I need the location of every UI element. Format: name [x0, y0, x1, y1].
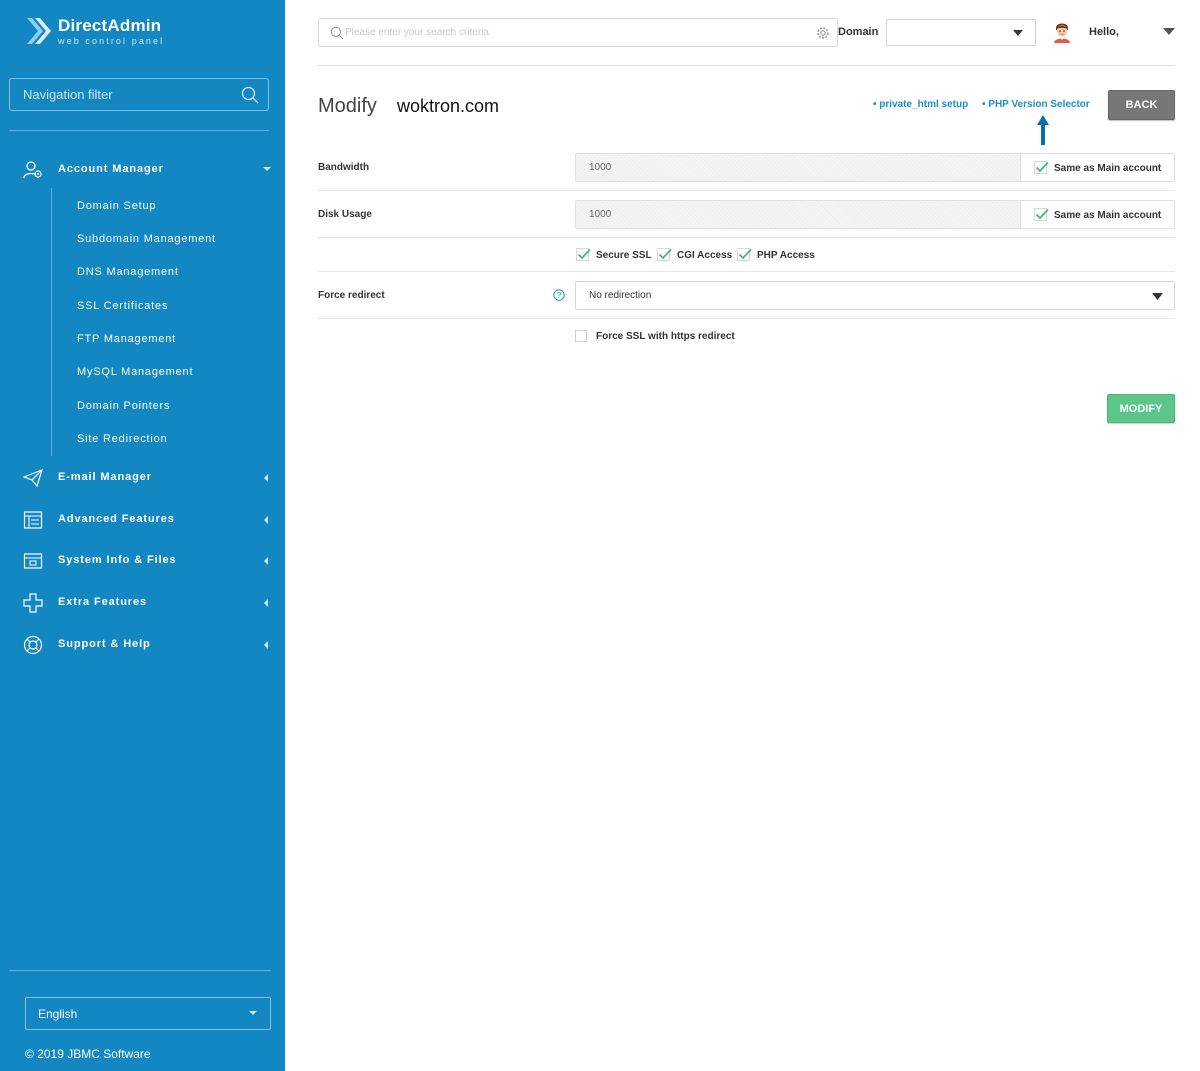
gear-icon[interactable]: [816, 26, 830, 40]
search-icon[interactable]: [241, 86, 259, 104]
logo-chevron-icon: [27, 18, 51, 44]
checkmark-icon: [657, 248, 672, 261]
chevron-down-icon: [249, 1011, 257, 1015]
directadmin-logo[interactable]: DirectAdmin web control panel: [24, 14, 224, 48]
row-separator: [318, 190, 1175, 191]
disk-usage-label: Disk Usage: [318, 209, 372, 220]
global-search: [318, 18, 838, 47]
menu-email-manager[interactable]: E-mail Manager: [0, 464, 285, 492]
menu-label: Account Manager: [58, 163, 164, 175]
chevron-left-icon: [264, 557, 268, 565]
checkbox-empty: [575, 330, 587, 342]
lifebuoy-icon: [23, 635, 43, 655]
menu-label: System Info & Files: [58, 554, 177, 566]
checkmark-icon: [576, 248, 591, 261]
force-redirect-label: Force redirect: [318, 290, 385, 301]
list-icon: [23, 511, 43, 529]
back-button[interactable]: BACK: [1108, 90, 1175, 120]
same-as-main-label: Same as Main account: [1054, 163, 1162, 174]
menu-support-help[interactable]: Support & Help: [0, 631, 285, 659]
sidebar-item-ftp-management[interactable]: FTP Management: [77, 333, 176, 345]
menu-advanced-features[interactable]: Advanced Features: [0, 506, 285, 534]
submenu-guide-line: [51, 188, 52, 456]
caret-down-icon: [1152, 293, 1163, 300]
domain-name: woktron.com: [397, 96, 500, 116]
sidebar: DirectAdmin web control panel Account Ma…: [0, 0, 285, 1071]
header-divider: [318, 65, 1175, 66]
force-redirect-select[interactable]: No redirection: [575, 281, 1175, 310]
sidebar-item-domain-pointers[interactable]: Domain Pointers: [77, 400, 170, 412]
menu-label: Support & Help: [58, 638, 151, 650]
avatar[interactable]: [1052, 21, 1072, 43]
menu-account-manager[interactable]: Account Manager: [0, 156, 285, 184]
force-ssl-label: Force SSL with https redirect: [596, 331, 735, 342]
domain-select[interactable]: [886, 19, 1036, 46]
search-icon: [330, 26, 344, 40]
checkmark-icon: [1034, 161, 1049, 174]
option-label: PHP Access: [757, 250, 815, 261]
language-select[interactable]: English: [25, 997, 271, 1030]
paper-plane-icon: [23, 468, 43, 488]
disk-usage-field[interactable]: 1000: [575, 200, 1021, 229]
private-html-setup-link[interactable]: • private_html setup: [873, 99, 968, 110]
menu-label: Extra Features: [58, 596, 148, 608]
bandwidth-label: Bandwidth: [318, 162, 370, 173]
logo-subtitle: web control panel: [58, 36, 165, 46]
menu-label: Advanced Features: [58, 513, 175, 525]
chevron-left-icon: [264, 641, 268, 649]
sidebar-item-domain-setup[interactable]: Domain Setup: [77, 200, 156, 212]
account-manager-icon: [23, 161, 42, 179]
sidebar-item-mysql-management[interactable]: MySQL Management: [77, 366, 193, 378]
page-title: Modify: [318, 95, 377, 117]
bandwidth-same-as-main[interactable]: Same as Main account: [1020, 153, 1175, 182]
plus-icon: [23, 593, 43, 613]
disk-same-as-main[interactable]: Same as Main account: [1020, 200, 1175, 229]
row-separator: [318, 271, 1175, 272]
sidebar-divider: [9, 970, 271, 971]
option-label: CGI Access: [677, 250, 733, 261]
checkmark-icon: [737, 248, 752, 261]
svg-text:?: ?: [557, 291, 562, 300]
navigation-filter-input[interactable]: [10, 79, 268, 110]
disk-usage-value: 1000: [589, 209, 612, 220]
logo-title: DirectAdmin: [58, 16, 162, 35]
chevron-left-icon: [264, 516, 268, 524]
user-menu-caret-icon[interactable]: [1163, 28, 1175, 36]
search-input[interactable]: [345, 19, 805, 46]
navigation-filter: [9, 78, 269, 111]
bandwidth-value: 1000: [589, 162, 612, 173]
sidebar-item-ssl-certificates[interactable]: SSL Certificates: [77, 300, 168, 312]
arrow-up-icon: [1037, 115, 1049, 145]
sidebar-item-dns-management[interactable]: DNS Management: [77, 266, 179, 278]
row-separator: [318, 318, 1175, 319]
domain-label: Domain: [838, 26, 879, 38]
copyright-text: © 2019 JBMC Software: [25, 1047, 151, 1061]
same-as-main-label: Same as Main account: [1054, 210, 1162, 221]
language-value: English: [38, 1007, 78, 1021]
row-separator: [318, 237, 1175, 238]
chevron-left-icon: [264, 474, 268, 482]
sidebar-divider: [9, 130, 269, 131]
checkmark-icon: [1034, 208, 1049, 221]
chevron-left-icon: [264, 599, 268, 607]
help-icon[interactable]: ?: [553, 289, 565, 301]
menu-extra-features[interactable]: Extra Features: [0, 589, 285, 617]
chevron-down-icon: [263, 167, 271, 171]
php-version-selector-link[interactable]: • PHP Version Selector: [982, 99, 1090, 110]
caret-down-icon: [1013, 30, 1023, 36]
menu-system-info-files[interactable]: System Info & Files: [0, 547, 285, 575]
force-redirect-value: No redirection: [589, 290, 652, 301]
sidebar-item-site-redirection[interactable]: Site Redirection: [77, 433, 167, 445]
bandwidth-field[interactable]: 1000: [575, 153, 1021, 182]
menu-label: E-mail Manager: [58, 471, 152, 483]
modify-button[interactable]: MODIFY: [1107, 394, 1175, 423]
sidebar-item-subdomain-management[interactable]: Subdomain Management: [77, 233, 216, 245]
option-label: Secure SSL: [596, 250, 652, 261]
folder-icon: [23, 553, 43, 569]
user-greeting[interactable]: Hello,: [1089, 26, 1119, 38]
